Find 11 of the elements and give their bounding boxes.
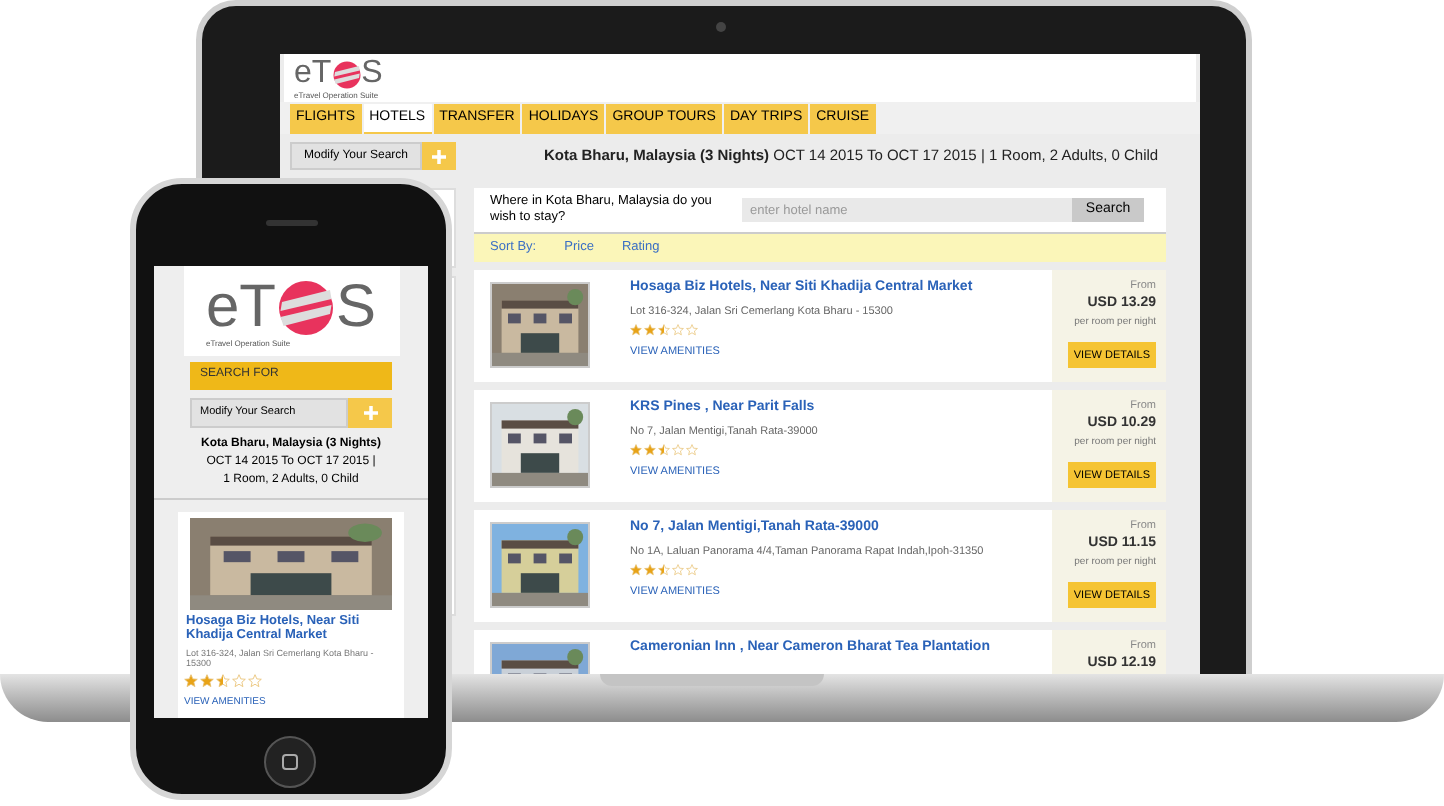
add-button[interactable] (422, 142, 456, 170)
logo-text: S (361, 58, 383, 90)
logo-ball-icon (331, 59, 362, 89)
logo-text: eT (294, 58, 332, 90)
plus-icon (363, 405, 377, 420)
plus-icon (432, 149, 446, 163)
add-button[interactable] (348, 397, 392, 428)
home-button[interactable] (264, 736, 316, 788)
logo-text: S (336, 278, 377, 338)
logo-text: eT (205, 278, 276, 338)
logo-ball-icon (276, 278, 336, 338)
